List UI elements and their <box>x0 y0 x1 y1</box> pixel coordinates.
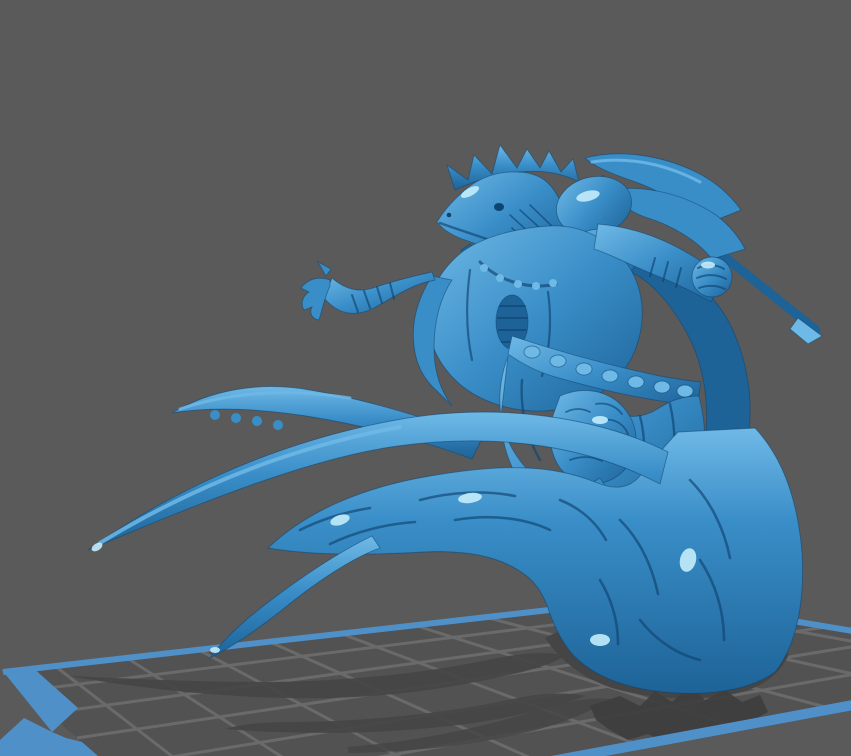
necklace-bead <box>496 274 504 282</box>
horn-scale-bump <box>231 413 241 423</box>
thigh-highlight <box>592 416 608 424</box>
viewport-3d[interactable] <box>0 0 851 756</box>
belt-stud <box>677 385 693 397</box>
belt-stud <box>524 346 540 358</box>
horn-tip-highlight <box>210 647 220 653</box>
horn-scale-bump <box>210 410 220 420</box>
belt-stud <box>576 363 592 375</box>
necklace-bead <box>480 264 488 272</box>
fist-highlight <box>701 262 715 269</box>
belt-stud <box>602 370 618 382</box>
belt-stud <box>654 381 670 393</box>
rock-highlight <box>590 634 610 646</box>
belt-stud <box>628 376 644 388</box>
belt-stud <box>550 355 566 367</box>
nostril <box>447 213 452 218</box>
necklace-bead <box>514 280 522 288</box>
scene-svg <box>0 0 851 756</box>
horn-scale-bump <box>273 420 283 430</box>
horn-scale-bump <box>252 416 262 426</box>
eye <box>494 203 504 211</box>
necklace-bead <box>549 279 557 287</box>
necklace-bead <box>532 282 540 290</box>
